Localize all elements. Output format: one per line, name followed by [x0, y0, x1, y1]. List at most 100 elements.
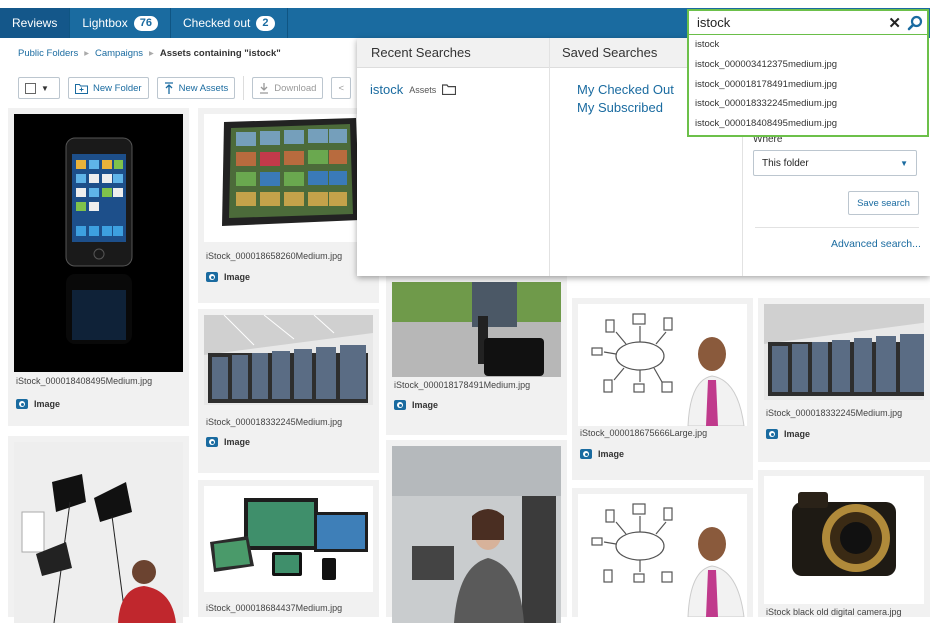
asset-filename[interactable]: iStock_000018684437Medium.jpg: [206, 603, 342, 613]
share-icon: <: [338, 82, 345, 94]
asset-thumbnail[interactable]: [204, 114, 373, 242]
asset-type: Image: [766, 429, 810, 439]
upload-icon: [164, 82, 173, 94]
checkbox-icon: [25, 82, 36, 94]
asset-filename[interactable]: iStock black old digital camera.jpg: [766, 607, 902, 617]
asset-type: Image: [16, 399, 60, 409]
chevron-down-icon: ▼: [900, 158, 908, 168]
asset-card[interactable]: iStock_000018178491Medium.jpg Image: [386, 276, 567, 435]
asset-thumbnail[interactable]: [204, 315, 373, 405]
asset-type: Image: [206, 272, 250, 282]
asset-thumbnail[interactable]: [14, 442, 183, 623]
asset-type-label: Image: [784, 429, 811, 439]
asset-thumbnail[interactable]: [764, 476, 924, 604]
camera-icon: [580, 449, 592, 459]
new-folder-label: New Folder: [93, 82, 142, 94]
asset-type-label: Image: [598, 449, 625, 459]
asset-thumbnail[interactable]: [764, 304, 924, 400]
asset-type-label: Image: [224, 437, 251, 447]
camera-icon: [766, 429, 778, 439]
breadcrumb-public-folders[interactable]: Public Folders: [18, 48, 78, 59]
share-button[interactable]: <: [331, 77, 352, 99]
nav-checked-out[interactable]: Checked out 2: [171, 8, 288, 38]
asset-filename[interactable]: iStock_000018658260Medium.jpg: [206, 251, 342, 261]
recent-search-item[interactable]: istock Assets: [357, 68, 549, 111]
recent-search-scope: Assets: [409, 84, 437, 95]
asset-card[interactable]: iStock_000018332245Medium.jpg Image: [758, 298, 930, 462]
toolbar: ▼ New Folder New Assets Download <: [18, 76, 352, 100]
advanced-search-link[interactable]: Advanced search...: [831, 238, 921, 250]
nav-lightbox[interactable]: Lightbox 76: [70, 8, 171, 38]
asset-filename[interactable]: iStock_000018408495Medium.jpg: [16, 376, 152, 386]
breadcrumb-separator-icon: ▸: [84, 48, 89, 59]
asset-thumbnail[interactable]: [392, 282, 561, 377]
new-assets-button[interactable]: New Assets: [156, 77, 236, 99]
where-select-value: This folder: [762, 157, 809, 169]
asset-card[interactable]: [8, 436, 189, 623]
asset-filename[interactable]: iStock_000018332245Medium.jpg: [766, 408, 902, 418]
breadcrumb: Public Folders ▸ Campaigns ▸ Assets containi…: [18, 48, 281, 59]
breadcrumb-separator-icon: ▸: [149, 48, 154, 59]
folder-plus-icon: [75, 83, 88, 94]
suggestion-item[interactable]: istock_000003412375medium.jpg: [689, 55, 927, 75]
asset-card[interactable]: [386, 440, 567, 623]
camera-icon: [16, 399, 28, 409]
asset-type: Image: [206, 437, 250, 447]
lightbox-count-badge: 76: [133, 15, 158, 31]
asset-card[interactable]: iStock_000018684437Medium.jpg: [198, 480, 379, 617]
clear-search-icon[interactable]: ✕: [888, 14, 901, 32]
save-search-button[interactable]: Save search: [848, 191, 919, 215]
toolbar-divider: [243, 76, 245, 100]
asset-card[interactable]: iStock_000018332245Medium.jpg Image: [198, 309, 379, 473]
breadcrumb-campaigns[interactable]: Campaigns: [95, 48, 143, 59]
asset-type: Image: [580, 449, 624, 459]
select-all-dropdown[interactable]: ▼: [18, 77, 60, 99]
download-icon: [260, 83, 269, 94]
download-label: Download: [274, 82, 317, 94]
search-icon[interactable]: [907, 15, 923, 31]
recent-searches-column: Recent Searches istock Assets: [357, 38, 550, 276]
asset-thumbnail[interactable]: [578, 304, 747, 426]
camera-icon: [206, 272, 218, 282]
asset-thumbnail[interactable]: [578, 494, 747, 617]
asset-card[interactable]: iStock_000018658260Medium.jpg Image: [198, 108, 379, 303]
asset-type-label: Image: [34, 399, 61, 409]
new-folder-button[interactable]: New Folder: [68, 77, 149, 99]
asset-type-label: Image: [412, 400, 439, 410]
asset-filename[interactable]: iStock_000018675666Large.jpg: [580, 428, 707, 438]
divider: [755, 227, 919, 228]
recent-searches-heading: Recent Searches: [357, 38, 549, 68]
asset-card[interactable]: iStock_000018675666Large.jpg Image: [572, 298, 753, 480]
new-assets-label: New Assets: [178, 82, 229, 94]
camera-icon: [206, 437, 218, 447]
search-suggestions: istock istock_000003412375medium.jpg ist…: [687, 35, 929, 137]
nav-checked-out-label: Checked out: [182, 16, 251, 30]
camera-icon: [394, 400, 406, 410]
suggestion-item[interactable]: istock: [689, 35, 927, 55]
nav-reviews[interactable]: Reviews: [0, 8, 71, 38]
asset-card[interactable]: iStock_000018408495Medium.jpg Image: [8, 108, 189, 426]
where-select[interactable]: This folder ▼: [753, 150, 917, 176]
asset-type-label: Image: [224, 272, 251, 282]
recent-search-term[interactable]: istock: [370, 82, 403, 97]
asset-thumbnail[interactable]: [392, 446, 561, 623]
asset-thumbnail[interactable]: [204, 486, 373, 592]
breadcrumb-current: Assets containing "istock": [159, 48, 281, 59]
folder-icon: [442, 84, 457, 95]
asset-filename[interactable]: iStock_000018332245Medium.jpg: [206, 417, 342, 427]
asset-type: Image: [394, 400, 438, 410]
asset-card[interactable]: iStock black old digital camera.jpg: [758, 470, 930, 617]
asset-thumbnail[interactable]: [14, 114, 183, 372]
asset-card[interactable]: [572, 488, 753, 617]
asset-filename[interactable]: iStock_000018178491Medium.jpg: [394, 380, 530, 390]
nav-reviews-label: Reviews: [12, 16, 58, 30]
search-query[interactable]: istock: [697, 15, 888, 30]
nav-lightbox-label: Lightbox: [82, 16, 128, 30]
checked-out-count-badge: 2: [256, 15, 275, 31]
chevron-down-icon: ▼: [41, 83, 49, 93]
suggestion-item[interactable]: istock_000018332245medium.jpg: [689, 94, 927, 114]
suggestion-item[interactable]: istock_000018408495medium.jpg: [689, 114, 927, 134]
download-button[interactable]: Download: [252, 77, 324, 99]
suggestion-item[interactable]: istock_000018178491medium.jpg: [689, 75, 927, 95]
search-input[interactable]: istock ✕: [687, 9, 929, 36]
